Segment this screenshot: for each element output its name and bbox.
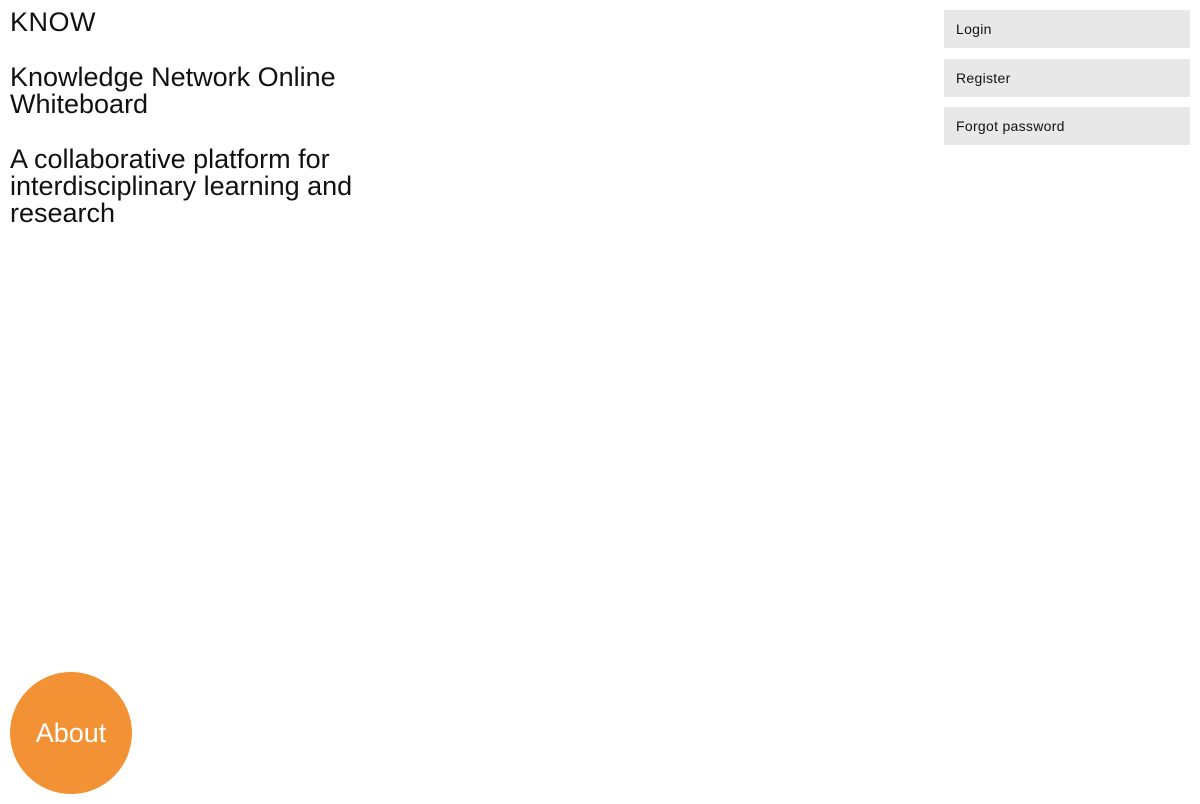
site-tagline: A collaborative platform for interdiscip… xyxy=(10,144,353,228)
forgot-password-button[interactable]: Forgot password xyxy=(944,107,1190,145)
login-button[interactable]: Login xyxy=(944,10,1190,48)
page: KNOW Knowledge Network Online Whiteboard… xyxy=(0,0,1200,804)
site-title: Knowledge Network Online Whiteboard xyxy=(10,62,336,119)
auth-menu: Login Register Forgot password xyxy=(944,10,1190,156)
about-button[interactable]: About xyxy=(10,672,132,794)
register-button[interactable]: Register xyxy=(944,58,1190,97)
brand-header: KNOW Knowledge Network Online Whiteboard… xyxy=(10,6,430,227)
site-logo[interactable]: KNOW xyxy=(10,6,430,38)
